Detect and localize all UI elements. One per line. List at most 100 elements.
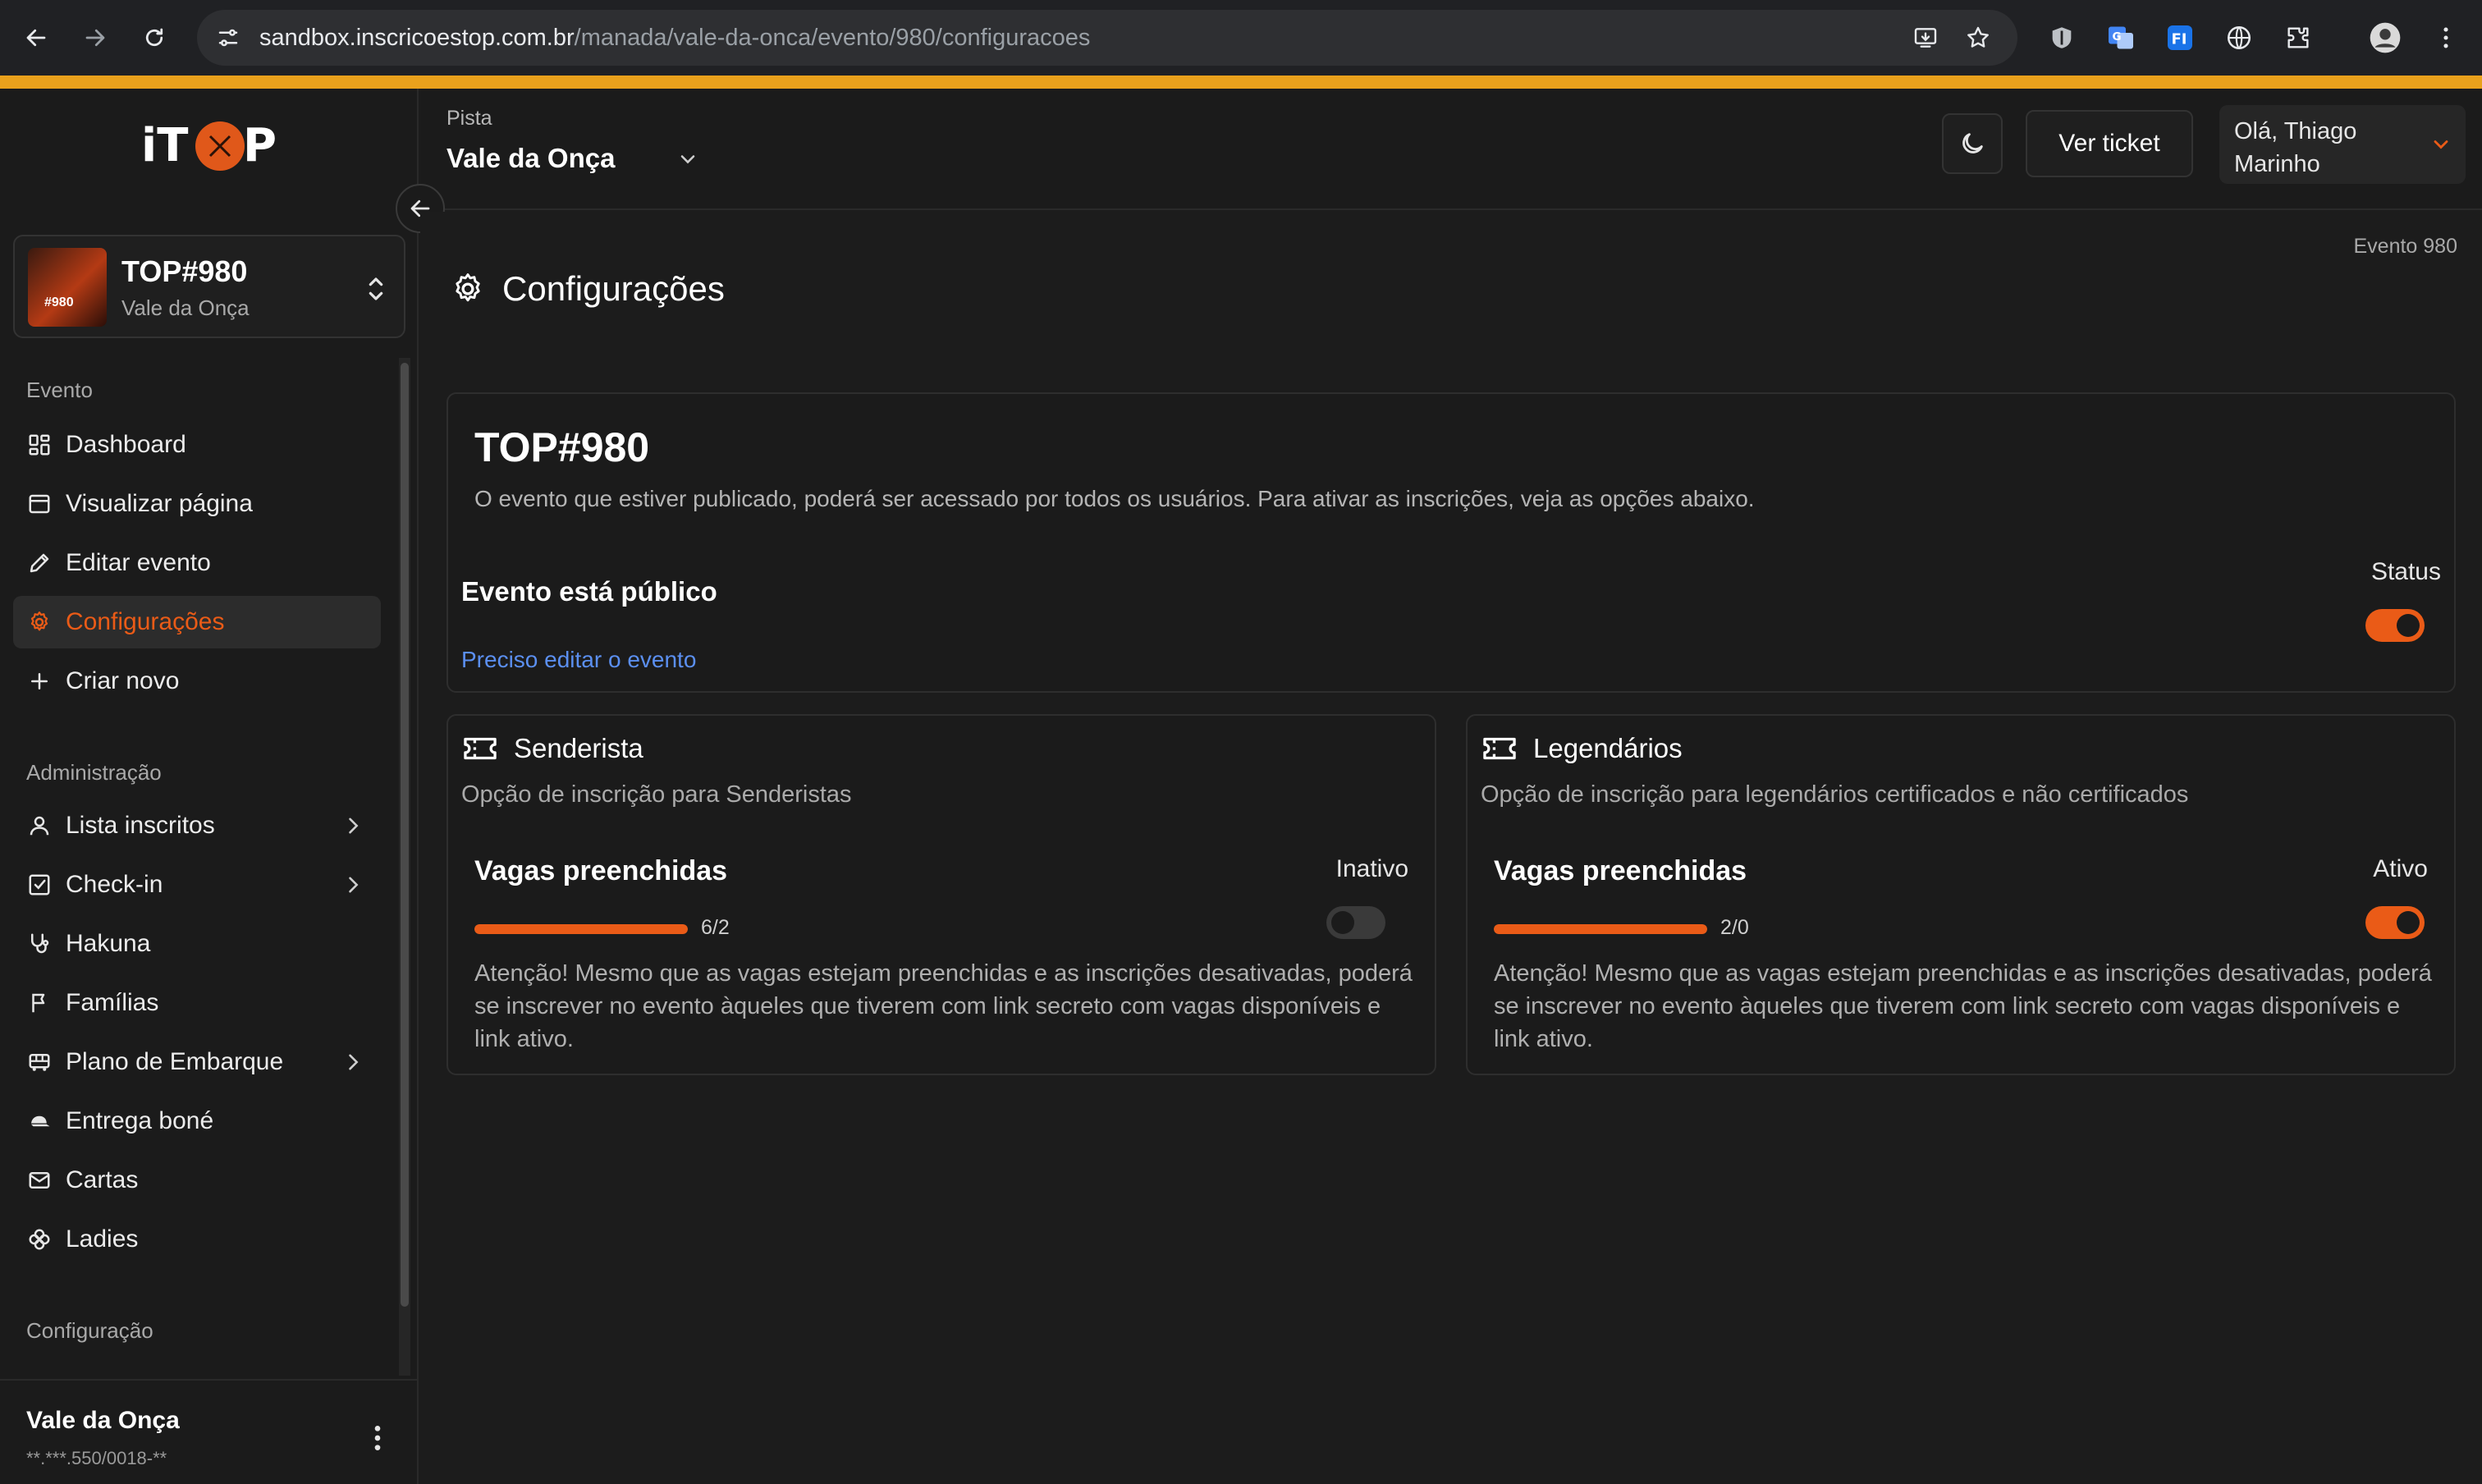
sidebar-item-label: Entrega boné — [66, 1107, 214, 1134]
chevron-down-icon[interactable] — [676, 148, 699, 171]
translate-extension-icon[interactable]: G — [2103, 20, 2139, 56]
back-button[interactable] — [15, 16, 57, 59]
reload-button[interactable] — [133, 16, 176, 59]
sidebar-item-check-in[interactable]: Check-in — [13, 859, 381, 911]
pencil-icon — [30, 553, 49, 573]
url-host: sandbox.inscricoestop.com.br — [259, 25, 575, 51]
sidebar-item-hakuna[interactable]: Hakuna — [13, 918, 381, 970]
page-title: Configurações — [450, 269, 725, 309]
app-logo[interactable]: iT P — [140, 113, 279, 176]
edit-event-link[interactable]: Preciso editar o evento — [461, 647, 696, 673]
sidebar-item-cartas[interactable]: Cartas — [13, 1154, 381, 1207]
publish-card-title: TOP#980 — [474, 424, 650, 470]
sidebar-item-editar-evento[interactable]: Editar evento — [13, 537, 381, 589]
sidebar-item-label: Lista inscritos — [66, 812, 215, 839]
sidebar-item-dashboard[interactable]: Dashboard — [13, 419, 381, 471]
sidebar-item-label: Criar novo — [66, 667, 180, 694]
puzzle-extensions-icon[interactable] — [2280, 20, 2316, 56]
event-thumbnail: #980 — [28, 248, 107, 327]
sidebar-item-entrega-bone[interactable]: Entrega boné — [13, 1095, 381, 1147]
chevron-right-icon — [349, 1054, 359, 1070]
sidebar-item-configuracoes[interactable]: Configurações — [13, 596, 381, 648]
status-label: Status — [2370, 558, 2441, 585]
arrow-left-icon — [26, 29, 46, 47]
toggle-knob — [1331, 911, 1354, 934]
vagas-progress-fill — [1494, 924, 1707, 934]
chevron-right-icon — [349, 818, 359, 834]
pista-selector[interactable]: Vale da Onça — [446, 143, 615, 174]
vagas-progress-bar — [474, 924, 688, 934]
svg-text:iT: iT — [141, 119, 188, 172]
grid-icon — [29, 434, 50, 456]
public-status-toggle[interactable] — [2365, 609, 2425, 642]
sidebar-item-label: Plano de Embarque — [66, 1048, 284, 1075]
profile-avatar-icon[interactable] — [2367, 20, 2403, 56]
option-note: Atenção! Mesmo que as vagas estejam pree… — [474, 960, 1413, 1052]
organization-document: **.***.550/0018-** — [26, 1448, 167, 1468]
sidebar: iT P #980 TOP#980 Vale da Onça Evento Da… — [0, 89, 419, 1484]
sidebar-item-ladies[interactable]: Ladies — [13, 1213, 381, 1266]
event-id-label: Evento 980 — [2353, 235, 2458, 258]
page-title-text: Configurações — [502, 269, 725, 308]
plus-icon — [31, 673, 48, 689]
ver-ticket-button[interactable]: Ver ticket — [2026, 110, 2193, 177]
browser-menu-icon[interactable] — [2428, 20, 2464, 56]
arrow-right-icon — [85, 29, 105, 47]
publish-card: TOP#980 O evento que estiver publicado, … — [446, 392, 2456, 693]
sidebar-item-lista-inscritos[interactable]: Lista inscritos — [13, 799, 381, 852]
sidebar-item-familias[interactable]: Famílias — [13, 977, 381, 1029]
bookmark-star-icon[interactable] — [1962, 21, 1994, 54]
chevron-up-down-icon — [369, 277, 383, 300]
sidebar-scrollbar[interactable] — [399, 358, 410, 1376]
event-thumb-text: #980 — [44, 295, 74, 309]
vagas-title: Vagas preenchidas — [1494, 855, 1747, 886]
address-bar[interactable]: sandbox.inscricoestop.com.br/manada/vale… — [197, 10, 2017, 66]
section-administracao: Administração — [26, 760, 162, 785]
option-title: Senderista — [514, 733, 643, 763]
site-settings-icon[interactable] — [212, 21, 245, 54]
url-text[interactable]: sandbox.inscricoestop.com.br/manada/vale… — [259, 25, 1090, 52]
flag-icon — [32, 993, 45, 1013]
option-state-label: Inativo — [1335, 855, 1408, 882]
more-vertical-icon[interactable] — [368, 1422, 387, 1454]
chevron-right-icon — [349, 877, 359, 893]
stethoscope-icon — [31, 933, 49, 954]
sidebar-item-label: Cartas — [66, 1166, 139, 1193]
globe-extension-icon[interactable] — [2221, 20, 2257, 56]
reload-icon — [145, 28, 163, 47]
option-toggle[interactable] — [2365, 906, 2425, 939]
moon-icon — [1962, 133, 1983, 153]
sidebar-item-visualizar-pagina[interactable]: Visualizar página — [13, 478, 381, 530]
sidebar-item-label: Ladies — [66, 1225, 139, 1253]
event-name: TOP#980 — [121, 254, 248, 288]
shield-extension-icon[interactable] — [2044, 20, 2080, 56]
option-header: Legendários — [1481, 732, 1683, 765]
ticket-icon — [1483, 737, 1516, 760]
sidebar-item-label: Famílias — [66, 989, 159, 1016]
checkbox-icon — [29, 874, 50, 895]
install-app-icon[interactable] — [1909, 21, 1942, 54]
svg-text:G: G — [2113, 30, 2122, 44]
ticket-icon — [464, 737, 497, 760]
toggle-knob — [2397, 911, 2420, 934]
option-toggle[interactable] — [1326, 906, 1385, 939]
forward-button[interactable] — [74, 16, 117, 59]
sidebar-item-label: Visualizar página — [66, 490, 253, 517]
browser-icon — [29, 494, 50, 514]
sidebar-item-plano-de-embarque[interactable]: Plano de Embarque — [13, 1036, 381, 1088]
sidebar-item-label: Configurações — [66, 608, 225, 635]
browser-accent-strip — [0, 76, 2482, 89]
sidebar-scrollbar-thumb[interactable] — [401, 363, 409, 1307]
section-evento: Evento — [26, 378, 93, 402]
theme-toggle-button[interactable] — [1942, 113, 2003, 174]
sidebar-item-criar-novo[interactable]: Criar novo — [13, 655, 381, 708]
event-switcher[interactable]: #980 TOP#980 Vale da Onça — [13, 235, 405, 338]
publish-card-description: O evento que estiver publicado, poderá s… — [474, 486, 1755, 511]
option-card-legendarios: Legendários Opção de inscrição para lege… — [1466, 714, 2456, 1075]
option-card-senderista: Senderista Opção de inscrição para Sende… — [446, 714, 1436, 1075]
user-menu-button[interactable]: Olá, Thiago Marinho — [2219, 105, 2466, 184]
main-content: Evento 980 Configurações TOP#980 O event… — [420, 212, 2482, 1484]
option-title: Legendários — [1533, 733, 1683, 763]
vagas-count: 2/0 — [1720, 916, 1749, 939]
form-extension-icon[interactable]: FI — [2162, 20, 2198, 56]
